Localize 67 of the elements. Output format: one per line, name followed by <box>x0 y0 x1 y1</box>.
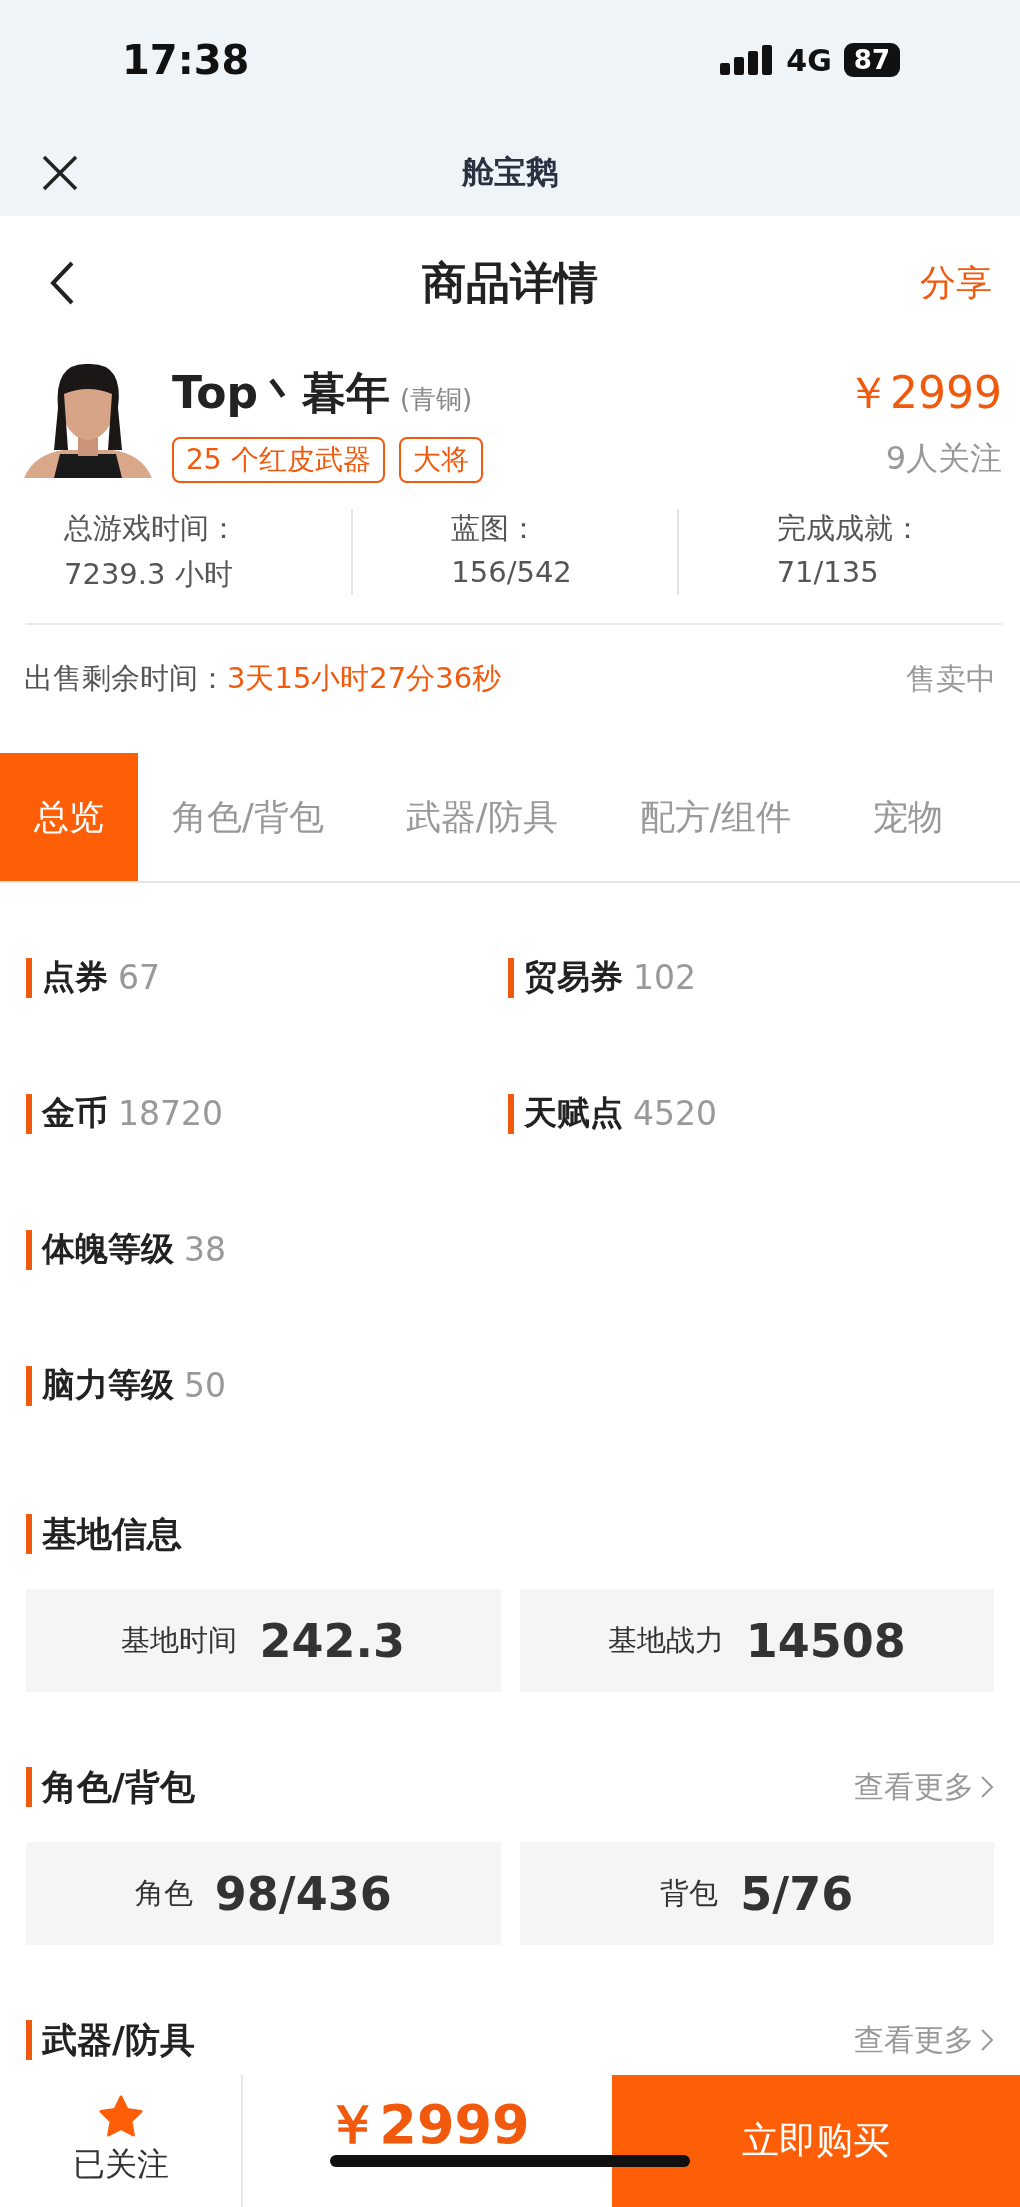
total-price: ￥2999 <box>325 2093 530 2157</box>
card-value: 242.3 <box>259 1613 405 1668</box>
countdown: 3天15小时27分36秒 <box>227 660 503 697</box>
card-value: 98/436 <box>214 1866 392 1921</box>
accent-bar <box>26 957 32 998</box>
stat-label: 完成成就： <box>776 510 923 547</box>
card-value: 5/76 <box>740 1866 854 1921</box>
tag: 25 个红皮武器 <box>172 437 385 483</box>
chevron-icon <box>980 2028 994 2052</box>
section-title: 基地信息 <box>42 1512 182 1556</box>
seller-name: Top丶暮年 <box>172 366 390 420</box>
sale-status: 售卖中 <box>906 659 996 698</box>
tab[interactable]: 武器/防具 <box>371 753 592 881</box>
attribute-value: 102 <box>633 958 696 997</box>
network-label: 4G <box>786 42 832 78</box>
tab[interactable]: 配方/组件 <box>605 753 826 881</box>
accent-bar <box>26 1229 32 1270</box>
attribute-value: 4520 <box>633 1094 717 1133</box>
attribute-label: 贸易券 <box>524 956 623 998</box>
accent-bar <box>26 1767 32 1807</box>
accent-bar <box>26 1365 32 1406</box>
chevron-icon <box>980 1775 994 1799</box>
attribute-value: 67 <box>118 958 160 997</box>
app-title: 舱宝鹅 <box>462 152 558 193</box>
follower-count: 9人关注 <box>885 438 1002 479</box>
attribute-value: 50 <box>184 1366 226 1405</box>
accent-bar <box>26 2020 32 2060</box>
share-link[interactable]: 分享 <box>920 259 992 308</box>
see-more-link[interactable]: 查看更多 <box>854 1766 994 1808</box>
card-label: 角色 <box>134 1874 193 1912</box>
card-label: 背包 <box>660 1874 719 1912</box>
see-more-link[interactable]: 查看更多 <box>854 2019 994 2061</box>
buy-now-button[interactable]: 立即购买 <box>612 2075 1020 2207</box>
tab[interactable]: 总览 <box>0 753 138 881</box>
tab[interactable]: 角色/背包 <box>138 753 358 881</box>
accent-bar <box>26 1514 32 1554</box>
close-icon[interactable] <box>42 155 78 191</box>
section-title: 角色/背包 <box>42 1765 195 1809</box>
attribute-label: 体魄等级 <box>42 1228 174 1270</box>
accent-bar <box>508 957 514 998</box>
sale-time-label: 出售剩余时间： <box>24 660 227 697</box>
card-value: 14508 <box>745 1613 906 1668</box>
tab[interactable]: 宠物 <box>839 753 978 881</box>
attribute-label: 天赋点 <box>524 1092 623 1134</box>
attribute-label: 脑力等级 <box>42 1364 174 1406</box>
price: ￥2999 <box>846 366 1002 420</box>
stat-label: 蓝图： <box>451 510 540 547</box>
card-label: 基地时间 <box>121 1621 238 1659</box>
rank-label: (青铜) <box>399 383 473 416</box>
status-time: 17:38 <box>122 37 250 83</box>
attribute-label: 金币 <box>42 1092 108 1134</box>
attribute-value: 38 <box>184 1230 226 1269</box>
signal-icon <box>720 45 775 75</box>
accent-bar <box>508 1093 514 1134</box>
back-icon[interactable] <box>50 261 74 305</box>
card-label: 基地战力 <box>607 1621 724 1659</box>
stat-value: 71/135 <box>776 555 880 589</box>
battery-indicator: 87 <box>843 43 900 77</box>
attribute-label: 点券 <box>42 956 108 998</box>
section-title: 武器/防具 <box>42 2018 195 2062</box>
attribute-value: 18720 <box>118 1094 223 1133</box>
stat-value: 156/542 <box>451 555 573 589</box>
tag: 大将 <box>398 437 483 483</box>
stat-value: 7239.3 小时 <box>64 556 234 593</box>
stat-label: 总游戏时间： <box>64 510 239 547</box>
page-title: 商品详情 <box>422 255 598 310</box>
accent-bar <box>26 1093 32 1134</box>
